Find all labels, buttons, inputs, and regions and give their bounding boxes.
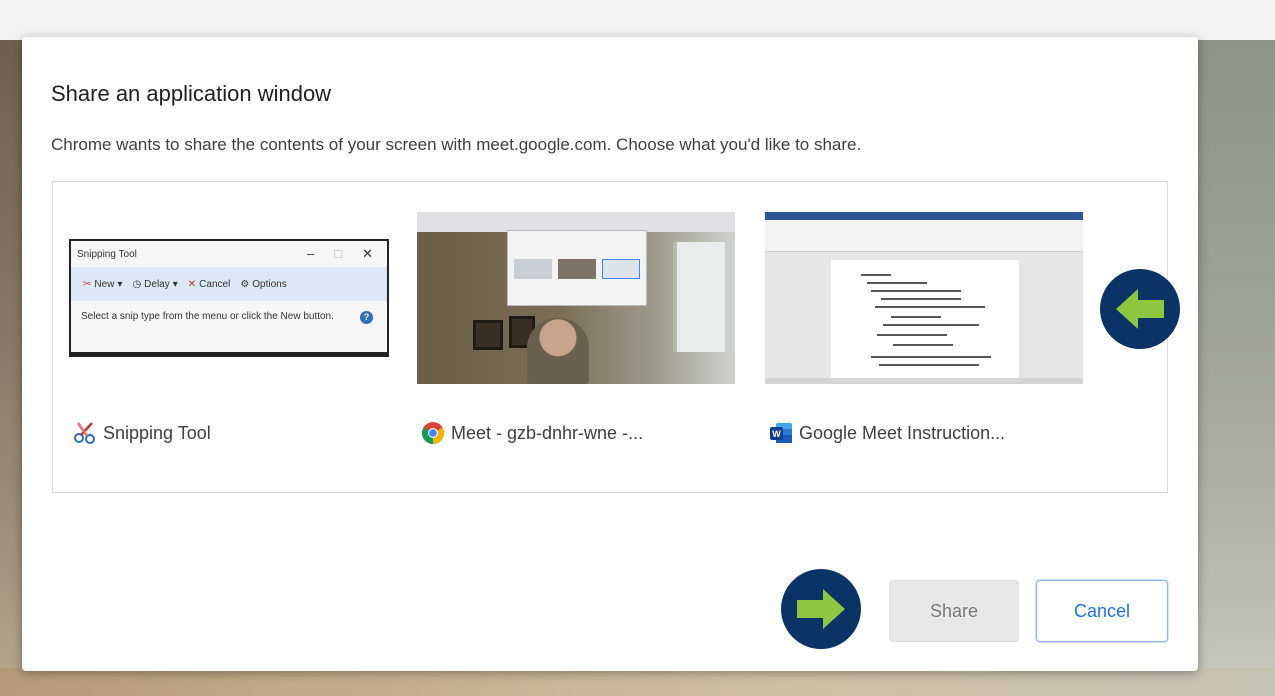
word-icon: W (770, 423, 792, 443)
browser-background-top (0, 0, 1275, 40)
minimize-icon: – (307, 246, 315, 261)
source-thumbnail: Snipping Tool – □ ✕ ✂ New ▾ ◷ Delay ▾ ✕ Can… (69, 212, 389, 384)
dialog-title: Share an application window (51, 81, 332, 106)
source-thumbnail (765, 212, 1085, 384)
source-word-document[interactable]: W Google Meet Instruction... (765, 182, 1085, 482)
dialog-description: Chrome wants to share the contents of yo… (51, 135, 862, 154)
source-label-row: Meet - gzb-dnhr-wne -... (421, 418, 643, 448)
left-arrow-marker (1100, 269, 1180, 349)
person-preview (527, 318, 589, 384)
source-chrome-meet[interactable]: Meet - gzb-dnhr-wne -... (417, 182, 737, 482)
preview-toolbar-cancel: ✕ Cancel (187, 278, 231, 290)
snipping-tool-preview: Snipping Tool – □ ✕ ✂ New ▾ ◷ Delay ▾ ✕ Can… (69, 239, 389, 357)
share-button[interactable]: Share (889, 580, 1019, 642)
source-label-row: W Google Meet Instruction... (769, 418, 1005, 448)
source-label: Snipping Tool (103, 422, 211, 443)
x-icon: ✕ (187, 278, 197, 290)
gear-icon: ⚙ (240, 278, 250, 290)
clock-icon: ◷ (132, 278, 142, 290)
source-label: Google Meet Instruction... (799, 422, 1006, 443)
scissors-icon: ✂ (83, 278, 92, 290)
source-snipping-tool[interactable]: Snipping Tool – □ ✕ ✂ New ▾ ◷ Delay ▾ ✕ Can… (69, 182, 389, 482)
source-list: Snipping Tool – □ ✕ ✂ New ▾ ◷ Delay ▾ ✕ Can… (52, 181, 1168, 493)
source-label-row: Snipping Tool (73, 418, 211, 448)
source-label: Meet - gzb-dnhr-wne -... (451, 422, 644, 443)
right-arrow-marker (781, 569, 861, 649)
word-preview (765, 212, 1083, 384)
scissors-icon (74, 422, 95, 444)
chrome-icon (422, 422, 444, 444)
preview-body-text: Select a snip type from the menu or clic… (81, 311, 334, 322)
arrow-right-icon (797, 589, 845, 629)
preview-toolbar-new: ✂ New ▾ (83, 278, 123, 290)
preview-window-title: Snipping Tool (77, 248, 137, 260)
preview-toolbar-options: ⚙ Options (240, 278, 287, 290)
preview-toolbar-delay: ◷ Delay ▾ (132, 278, 178, 290)
help-icon: ? (360, 311, 373, 324)
close-icon: ✕ (362, 246, 373, 261)
meet-preview (417, 212, 735, 384)
source-thumbnail (417, 212, 737, 384)
video-background-bottom (0, 668, 1275, 696)
svg-text:W: W (772, 429, 781, 439)
share-window-dialog: Share an application window Chrome wants… (22, 37, 1198, 671)
cancel-button[interactable]: Cancel (1036, 580, 1168, 642)
arrow-left-icon (1116, 289, 1164, 329)
video-background-right (1196, 40, 1275, 696)
maximize-icon: □ (334, 246, 343, 261)
